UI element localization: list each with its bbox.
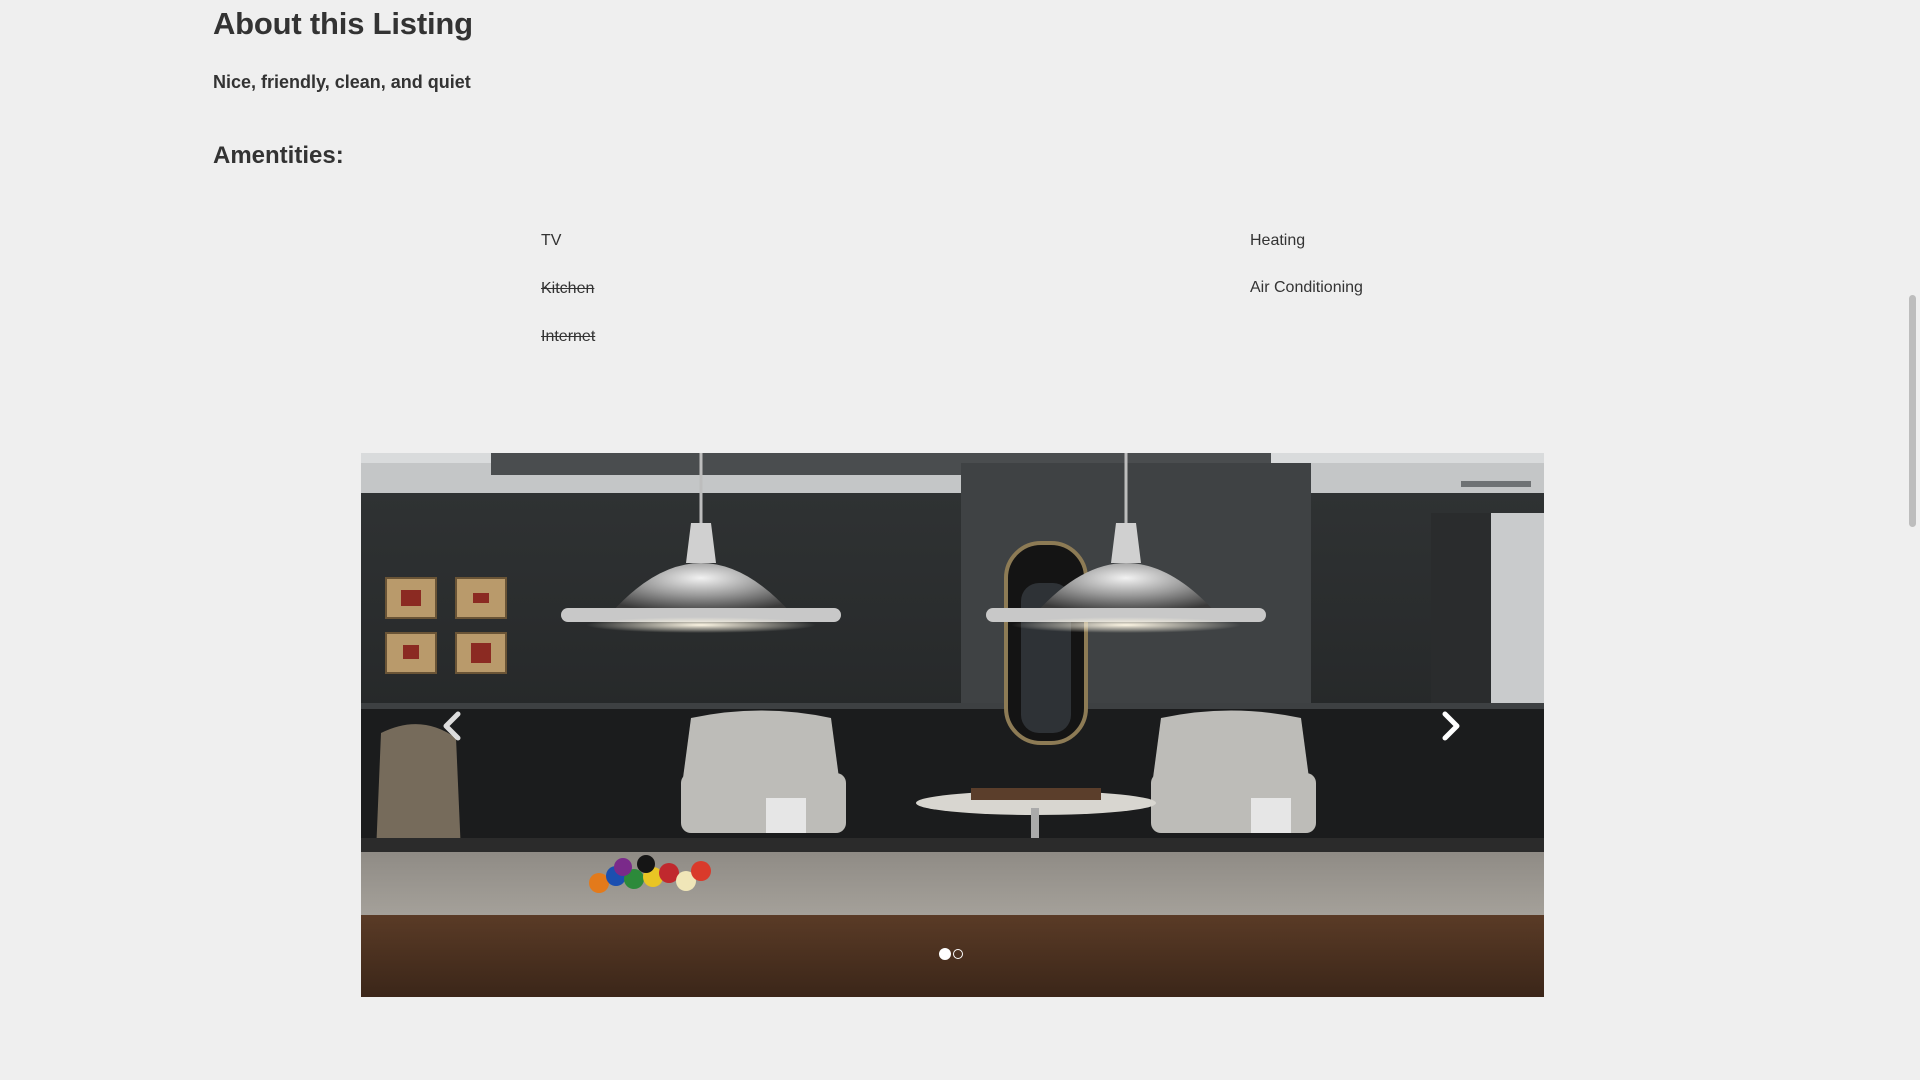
amenity-tv: TV (541, 232, 562, 249)
carousel-dot-2[interactable] (953, 949, 963, 959)
amenity-kitchen: Kitchen (541, 280, 595, 297)
amenities-heading: Amentities: (213, 142, 344, 169)
listing-description: Nice, friendly, clean, and quiet (213, 72, 471, 92)
chevron-right-icon (1442, 711, 1460, 741)
amenity-internet: Internet (541, 328, 596, 345)
photo-carousel[interactable] (361, 453, 1544, 997)
chevron-left-icon (443, 711, 461, 741)
carousel-prev-button[interactable] (427, 701, 477, 751)
scrollbar-thumb[interactable] (1909, 295, 1916, 527)
carousel-dot-1[interactable] (939, 948, 951, 960)
carousel-next-button[interactable] (1426, 701, 1476, 751)
carousel-indicators (939, 948, 963, 960)
listing-page: About this Listing Nice, friendly, clean… (0, 0, 1920, 1080)
amenity-heating: Heating (1250, 232, 1306, 249)
amenities-list-right: Heating Air Conditioning (1250, 231, 1363, 325)
vertical-scrollbar[interactable] (1905, 0, 1920, 1080)
amenity-air-conditioning: Air Conditioning (1250, 279, 1363, 296)
amenities-list-left: TV Kitchen Internet (541, 231, 595, 375)
listing-title: About this Listing (213, 6, 473, 41)
carousel-photo (361, 453, 1544, 997)
